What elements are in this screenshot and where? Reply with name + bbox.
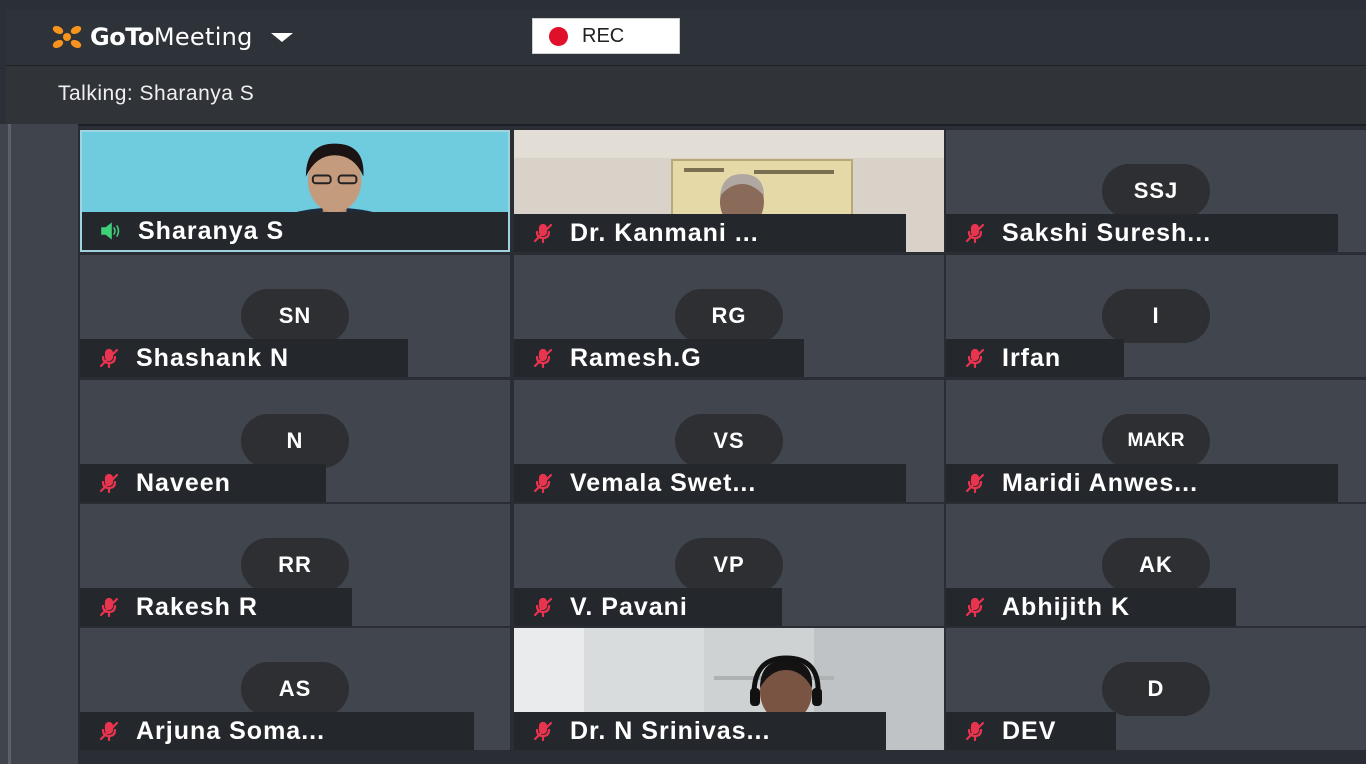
participant-tile[interactable]: D DEV <box>946 628 1366 750</box>
participant-avatar: MAKR <box>1102 414 1210 468</box>
mic-muted-icon <box>965 473 985 494</box>
participant-name: Sakshi Suresh... <box>1002 218 1212 247</box>
participant-name: DEV <box>1002 716 1057 745</box>
participant-name-plate: Irfan <box>946 339 1124 377</box>
participant-avatar: D <box>1102 662 1210 716</box>
participant-name: Dr. N Srinivas... <box>570 716 771 745</box>
mic-muted-icon <box>99 721 119 742</box>
side-panel-strip <box>0 124 78 764</box>
participant-tile[interactable]: MAKR Maridi Anwes... <box>946 380 1366 502</box>
brand-name-bold: GoTo <box>90 23 154 51</box>
participant-name: Naveen <box>136 468 231 497</box>
participant-name: Rakesh R <box>136 592 258 621</box>
participant-name: Vemala Swet... <box>570 468 757 497</box>
participant-tile[interactable]: Dr. Kanmani ... <box>514 130 944 252</box>
participant-avatar: I <box>1102 289 1210 343</box>
record-label: REC <box>582 24 625 47</box>
mic-muted-icon <box>533 348 553 369</box>
participant-tile[interactable]: AS Arjuna Soma... <box>80 628 510 750</box>
participant-avatar: RG <box>675 289 783 343</box>
mic-muted-icon <box>99 348 119 369</box>
mic-muted-icon <box>533 597 553 618</box>
mic-muted-icon <box>533 223 553 244</box>
participant-avatar: SSJ <box>1102 164 1210 218</box>
participant-tile[interactable]: VS Vemala Swet... <box>514 380 944 502</box>
participant-avatar: AK <box>1102 538 1210 592</box>
participant-tile[interactable]: Dr. N Srinivas... <box>514 628 944 750</box>
participant-name: Irfan <box>1002 343 1062 372</box>
participant-avatar: VS <box>675 414 783 468</box>
participant-avatar: VP <box>675 538 783 592</box>
side-divider <box>8 124 11 764</box>
participant-name-plate: Dr. Kanmani ... <box>514 214 906 252</box>
mic-muted-icon <box>965 348 985 369</box>
participant-name-plate: Shashank N <box>80 339 408 377</box>
meeting-window: GoTo Meeting REC Talking: Sharanya S Sha… <box>0 0 1366 764</box>
record-button[interactable]: REC <box>532 18 680 54</box>
participant-name-plate: Vemala Swet... <box>514 464 906 502</box>
participant-name: Maridi Anwes... <box>1002 468 1199 497</box>
top-bar: GoTo Meeting REC <box>6 10 1366 66</box>
participant-tile[interactable]: N Naveen <box>80 380 510 502</box>
participant-name-plate: Naveen <box>80 464 326 502</box>
mic-muted-icon <box>533 721 553 742</box>
speaker-active-icon <box>101 222 120 240</box>
participant-name: Sharanya S <box>138 216 285 245</box>
mic-muted-icon <box>533 473 553 494</box>
talking-indicator-bar: Talking: Sharanya S <box>6 66 1366 126</box>
participant-name-plate: Dr. N Srinivas... <box>514 712 886 750</box>
talking-status-text: Talking: Sharanya S <box>58 82 255 105</box>
participant-avatar: SN <box>241 289 349 343</box>
mic-muted-icon <box>99 473 119 494</box>
participant-name: Arjuna Soma... <box>136 716 326 745</box>
participant-name-plate: Arjuna Soma... <box>80 712 474 750</box>
participant-name-plate: Sharanya S <box>82 212 508 250</box>
participant-tile[interactable]: RG Ramesh.G <box>514 255 944 377</box>
gotomeeting-logo-icon <box>52 25 82 49</box>
record-dot-icon <box>549 26 568 46</box>
participant-name: Abhijith K <box>1002 592 1131 621</box>
chevron-down-icon <box>270 32 293 42</box>
participant-name-plate: Rakesh R <box>80 588 352 626</box>
participant-avatar: N <box>241 414 349 468</box>
participant-tile[interactable]: I Irfan <box>946 255 1366 377</box>
participant-name: Ramesh.G <box>570 343 702 372</box>
participant-tile[interactable]: AK Abhijith K <box>946 504 1366 626</box>
participant-grid: Sharanya S Dr. Kanmani ... SSJ Sakshi Sures… <box>78 128 1366 764</box>
brand-name-light: Meeting <box>153 23 253 51</box>
participant-name-plate: Maridi Anwes... <box>946 464 1338 502</box>
participant-tile[interactable]: Sharanya S <box>80 130 510 252</box>
mic-muted-icon <box>965 721 985 742</box>
participant-name-plate: V. Pavani <box>514 588 782 626</box>
participant-avatar: RR <box>241 538 349 592</box>
app-menu-button[interactable]: GoTo Meeting <box>50 22 293 52</box>
participant-tile[interactable]: RR Rakesh R <box>80 504 510 626</box>
participant-tile[interactable]: SSJ Sakshi Suresh... <box>946 130 1366 252</box>
participant-name-plate: DEV <box>946 712 1116 750</box>
participant-name: V. Pavani <box>570 592 688 621</box>
participant-name: Shashank N <box>136 343 290 372</box>
mic-muted-icon <box>99 597 119 618</box>
participant-name-plate: Abhijith K <box>946 588 1236 626</box>
participant-name-plate: Sakshi Suresh... <box>946 214 1338 252</box>
participant-name-plate: Ramesh.G <box>514 339 804 377</box>
participant-name: Dr. Kanmani ... <box>570 218 759 247</box>
participant-tile[interactable]: SN Shashank N <box>80 255 510 377</box>
mic-muted-icon <box>965 223 985 244</box>
mic-muted-icon <box>965 597 985 618</box>
participant-avatar: AS <box>241 662 349 716</box>
participant-tile[interactable]: VP V. Pavani <box>514 504 944 626</box>
